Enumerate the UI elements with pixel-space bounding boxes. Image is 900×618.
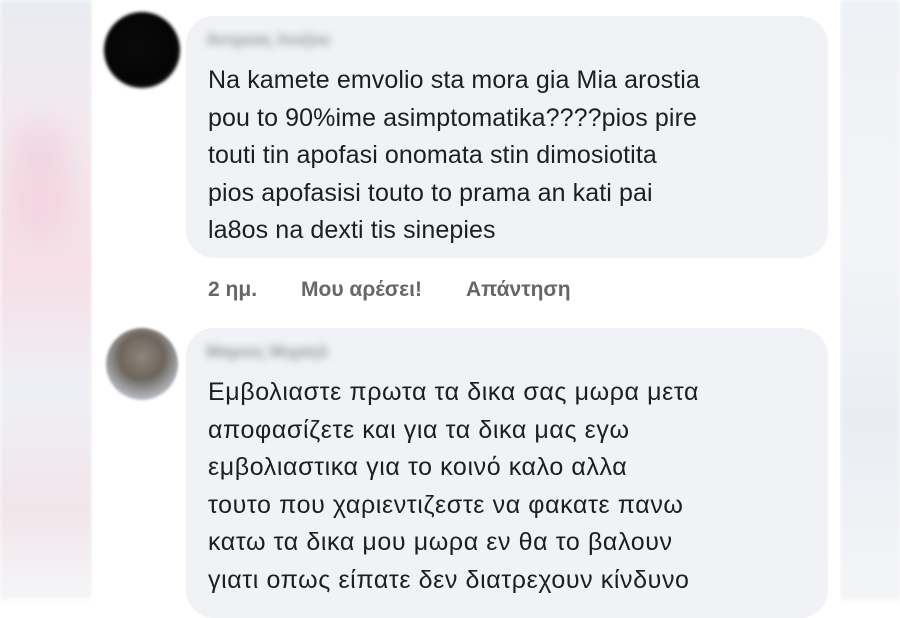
comment-actions: 2 ημ. Μου αρέσει! Απάντηση — [208, 272, 571, 308]
like-button[interactable]: Μου αρέσει! — [301, 278, 422, 302]
comment-author-name[interactable]: Μαριος Μιχαηλ — [206, 342, 328, 364]
comment-bubble: Αντρεας Λοιζου Na kamete emvolio sta mor… — [186, 16, 828, 258]
comment-text: Εμβολιαστε πρωτα τα δικα σας μωρα μετα α… — [208, 378, 700, 594]
avatar[interactable] — [104, 12, 180, 88]
comment-author-name[interactable]: Αντρεας Λοιζου — [206, 30, 330, 52]
comment-thread: Αντρεας Λοιζου Na kamete emvolio sta mor… — [92, 0, 840, 618]
comment-bubble: Μαριος Μιχαηλ Εμβολιαστε πρωτα τα δικα σ… — [186, 328, 828, 618]
comment-text: Na kamete emvolio sta mora gia Mia arost… — [208, 66, 700, 244]
comment-timestamp[interactable]: 2 ημ. — [208, 278, 257, 302]
avatar[interactable] — [106, 328, 178, 400]
blurred-background-right — [840, 0, 900, 600]
blurred-background-left — [0, 0, 92, 600]
reply-button[interactable]: Απάντηση — [466, 278, 571, 302]
